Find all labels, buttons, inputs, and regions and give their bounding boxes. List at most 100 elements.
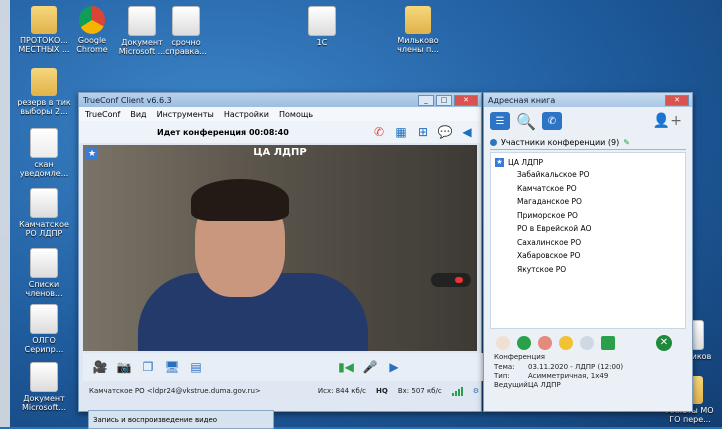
list-root[interactable]: ★ ЦА ЛДПР	[491, 156, 685, 168]
search-icon[interactable]: 🔍	[516, 112, 536, 131]
desktop-icon-reserve[interactable]: резерв в тик выборы 2...	[14, 68, 74, 116]
address-book-toolbar: ☰ 🔍 ✆ 👤+	[484, 107, 692, 135]
chat-icon[interactable]: 💬	[437, 124, 453, 140]
smile-icon[interactable]	[559, 336, 573, 350]
participant-actions: ✕	[484, 329, 692, 351]
exit-icon[interactable]	[601, 336, 615, 350]
document-icon	[308, 6, 336, 36]
edit-icon[interactable]: ✎	[623, 138, 630, 147]
folder-icon	[405, 6, 431, 34]
conference-heading: Конференция	[494, 353, 545, 361]
star-icon: ★	[495, 157, 504, 167]
desktop-icon-document-2[interactable]: Документ Microsoft...	[14, 362, 74, 412]
tab-conference-participants[interactable]: Участники конференции (9) ✎	[490, 135, 686, 150]
list-item[interactable]: Магаданское РО	[491, 195, 685, 209]
address-book-title: Адресная книга	[488, 95, 556, 105]
close-button[interactable]: ✕	[454, 94, 478, 106]
tab-dot-icon	[490, 138, 497, 146]
collapse-panel-icon[interactable]: ◀	[459, 124, 475, 140]
list-item[interactable]: Забайкальское РО	[491, 168, 685, 182]
video-camera-icon[interactable]: 🎥	[91, 358, 109, 376]
contacts-icon[interactable]: ☰	[490, 112, 510, 130]
document-icon	[30, 188, 58, 218]
participant-list: ★ ЦА ЛДПР Забайкальское РО Камчатское РО…	[490, 152, 686, 329]
hangup-icon[interactable]: ✆	[371, 124, 387, 140]
menu-view[interactable]: Вид	[130, 110, 146, 119]
desktop-icon-urgent[interactable]: срочно справка...	[156, 6, 216, 56]
conference-value: 03.11.2020 - ЛДПР (12:00)	[528, 363, 624, 371]
close-conference-icon[interactable]: ✕	[656, 335, 672, 351]
conference-key: Ведущий:	[494, 381, 531, 389]
participant-hair	[191, 179, 289, 221]
record-playback-button[interactable]: Запись и воспроизведение видео	[88, 410, 274, 429]
layout-icon[interactable]: ⊞	[415, 124, 431, 140]
desktop-icon-label: 1С	[316, 38, 328, 47]
camera-toggle-icon[interactable]: ▮◀	[337, 358, 355, 376]
phone-icon[interactable]: ✆	[542, 112, 562, 130]
address-book-close-button[interactable]: ✕	[665, 94, 689, 106]
raise-hand-icon[interactable]	[496, 336, 510, 350]
broadcast-icon[interactable]	[580, 336, 594, 350]
screen-share-icon[interactable]: 🖥	[163, 358, 181, 376]
conference-key: Тема:	[494, 363, 515, 371]
list-item[interactable]: Якутское РО	[491, 263, 685, 277]
outgoing-rate: Исх: 844 кб/с	[317, 387, 367, 395]
menu-trueconf[interactable]: TrueConf	[85, 110, 120, 119]
record-label: Запись и воспроизведение видео	[93, 415, 218, 424]
conference-value: ЦА ЛДПР	[528, 381, 561, 389]
desktop-icon-kamchatka[interactable]: Камчатское РО ЛДПР	[14, 188, 74, 238]
settings-icon[interactable]: ⚙	[473, 387, 483, 395]
maximize-button[interactable]: □	[436, 94, 452, 106]
conference-row-host: Ведущий: ЦА ЛДПР	[494, 381, 682, 390]
desktop-icon-olgo[interactable]: ОЛГО Серипр...	[14, 304, 74, 354]
list-item[interactable]: Хабаровское РО	[491, 249, 685, 263]
menu-settings[interactable]: Настройки	[224, 110, 269, 119]
camera-lamp	[431, 273, 471, 287]
document-icon	[30, 248, 58, 278]
conference-info: Конференция Тема: 03.11.2020 - ЛДПР (12:…	[484, 351, 692, 390]
window-share-icon[interactable]: ❐	[139, 358, 157, 376]
list-item[interactable]: Приморское РО	[491, 209, 685, 223]
list-item[interactable]: Сахалинское РО	[491, 236, 685, 250]
desktop-icon-label: ОЛГО Серипр...	[24, 336, 64, 354]
document-icon	[30, 362, 58, 392]
list-item[interactable]: Камчатское РО	[491, 182, 685, 196]
slideshow-icon[interactable]: ▤	[187, 358, 205, 376]
menu-tools[interactable]: Инструменты	[157, 110, 214, 119]
video-caption: ЦА ЛДПР	[253, 147, 307, 158]
conference-row-type: Тип: Асимметричная, 1x49	[494, 372, 682, 381]
trueconf-window: TrueConf Client v6.6.3 _ □ ✕ TrueConf Ви…	[78, 92, 485, 412]
video-area: ★ ЦА ЛДПР	[83, 145, 477, 351]
desktop-icon-scan[interactable]: скан уведомле...	[14, 128, 74, 178]
desktop-icon-1c[interactable]: 1С	[292, 6, 352, 47]
conference-status: Идет конференция 00:08:40	[157, 127, 289, 137]
microphone-icon[interactable]: 🎤	[361, 358, 379, 376]
desktop-icon-label: Списки членов...	[25, 280, 63, 298]
speaker-icon[interactable]: ▶	[385, 358, 403, 376]
promote-icon[interactable]	[517, 336, 531, 350]
document-icon	[172, 6, 200, 36]
menu-help[interactable]: Помощь	[279, 110, 313, 119]
desktop-icon-label: срочно справка...	[165, 38, 207, 56]
conference-row-topic: Тема: 03.11.2020 - ЛДПР (12:00)	[494, 363, 682, 372]
dialpad-icon[interactable]: ▦	[393, 124, 409, 140]
list-item[interactable]: РО в Еврейской АО	[491, 222, 685, 236]
photo-icon[interactable]: 📷	[115, 358, 133, 376]
conference-value: Асимметричная, 1x49	[528, 372, 609, 380]
address-book-titlebar[interactable]: Адресная книга ✕	[484, 93, 692, 107]
minimize-button[interactable]: _	[418, 94, 434, 106]
window-title: TrueConf Client v6.6.3	[83, 95, 172, 105]
menubar: TrueConf Вид Инструменты Настройки Помощ…	[79, 107, 481, 121]
tab-label: Участники конференции (9)	[501, 137, 620, 147]
status-bar: Камчатское РО <ldpr24@vkstrue.duma.gov.r…	[83, 384, 483, 398]
remove-icon[interactable]	[538, 336, 552, 350]
folder-icon	[31, 68, 57, 96]
trueconf-titlebar[interactable]: TrueConf Client v6.6.3 _ □ ✕	[79, 93, 481, 107]
desktop-icon-milkovo[interactable]: Мильково члены п...	[388, 6, 448, 54]
desktop-icon-lists[interactable]: Списки членов...	[14, 248, 74, 298]
add-user-icon[interactable]: 👤+	[653, 113, 682, 129]
folder-icon	[31, 6, 57, 34]
desktop-icon-label: Мильково члены п...	[397, 36, 439, 54]
document-icon	[30, 304, 58, 334]
address-book-window: Адресная книга ✕ ☰ 🔍 ✆ 👤+ Участники конф…	[483, 92, 693, 412]
